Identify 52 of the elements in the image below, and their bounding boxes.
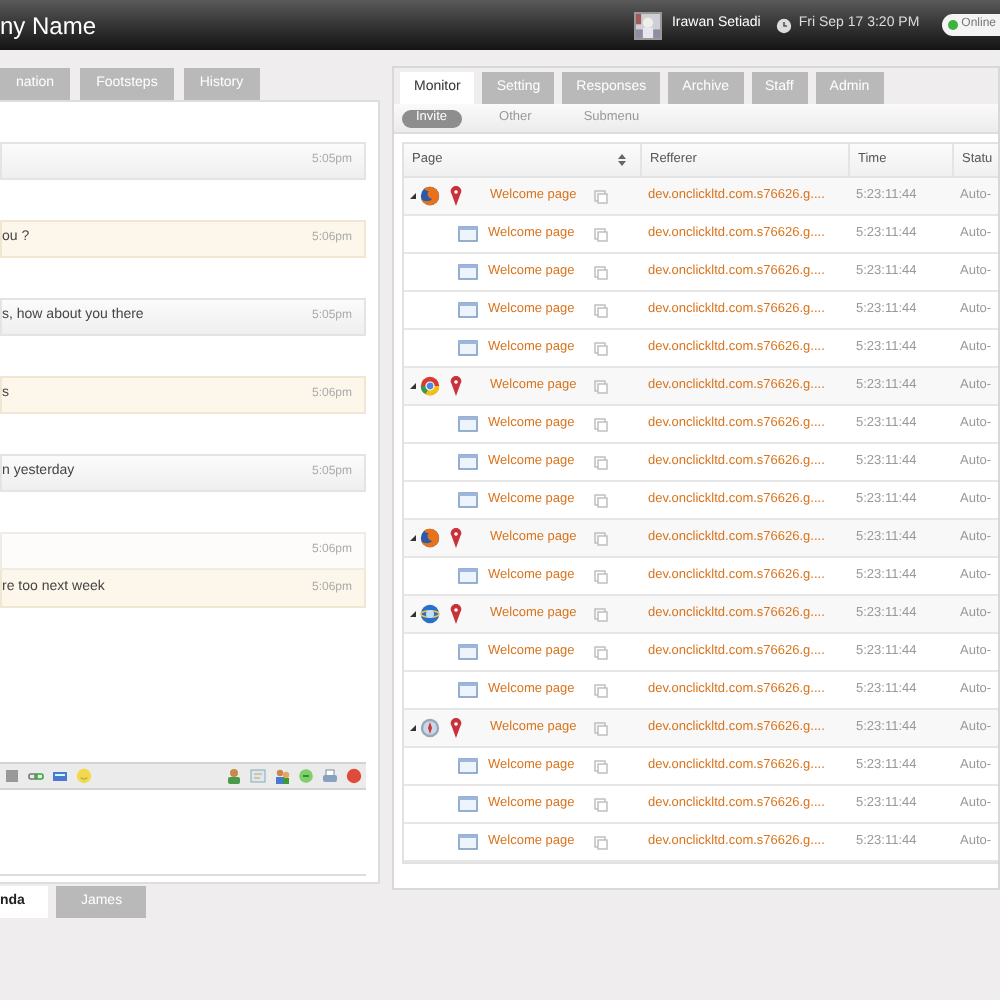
caret-icon[interactable]	[410, 724, 416, 732]
document-icon[interactable]	[4, 768, 20, 784]
copy-icon	[594, 569, 608, 583]
copy-icon	[594, 493, 608, 507]
copy-icon	[594, 189, 608, 203]
window-icon	[458, 682, 478, 698]
window-icon	[458, 264, 478, 280]
map-pin-icon	[450, 376, 462, 396]
sort-icon	[618, 154, 626, 166]
window-icon	[458, 644, 478, 660]
window-icon	[458, 796, 478, 812]
people-icon[interactable]	[274, 768, 290, 784]
copy-icon	[594, 797, 608, 811]
status-dot-icon	[947, 20, 958, 30]
window-icon	[458, 492, 478, 508]
window-icon	[458, 302, 478, 318]
caret-icon[interactable]	[410, 534, 416, 542]
copy-icon	[594, 265, 608, 279]
window-icon	[458, 340, 478, 356]
app-title: ny Name	[0, 9, 97, 43]
caret-icon[interactable]	[410, 610, 416, 618]
copy-icon	[594, 835, 608, 849]
copy-icon	[594, 759, 608, 773]
copy-icon	[594, 607, 608, 621]
copy-icon	[594, 379, 608, 393]
map-pin-icon	[450, 604, 462, 624]
printer-icon[interactable]	[322, 768, 338, 784]
copy-icon	[594, 721, 608, 735]
caret-icon[interactable]	[410, 192, 416, 200]
keyboard-icon[interactable]	[52, 768, 68, 784]
window-icon	[458, 226, 478, 242]
copy-icon	[594, 683, 608, 697]
copy-icon	[594, 531, 608, 545]
person-icon[interactable]	[226, 768, 242, 784]
copy-icon	[594, 341, 608, 355]
copy-icon	[594, 645, 608, 659]
window-icon	[458, 568, 478, 584]
copy-icon	[594, 455, 608, 469]
copy-icon	[594, 303, 608, 317]
map-pin-icon	[450, 718, 462, 738]
copy-icon	[594, 227, 608, 241]
map-pin-icon	[450, 186, 462, 206]
window-icon	[458, 758, 478, 774]
window-icon	[458, 416, 478, 432]
copy-icon	[594, 417, 608, 431]
stop-icon[interactable]	[346, 768, 362, 784]
window-icon	[458, 454, 478, 470]
caret-icon[interactable]	[410, 382, 416, 390]
map-pin-icon	[450, 528, 462, 548]
link-icon[interactable]	[28, 768, 44, 784]
clock-icon	[776, 17, 793, 33]
window-icon	[458, 834, 478, 850]
